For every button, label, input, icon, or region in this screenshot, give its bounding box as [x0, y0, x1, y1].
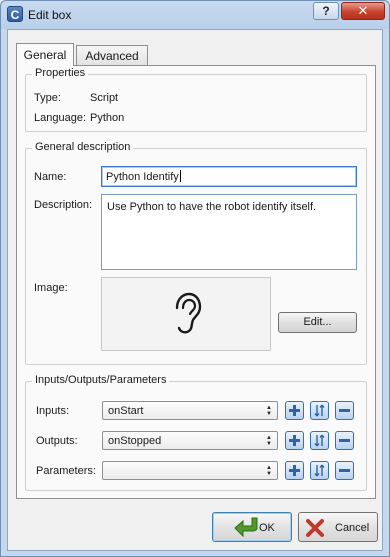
cancel-x-icon: [306, 519, 324, 537]
reorder-icon: [314, 404, 325, 417]
parameters-label: Parameters:: [36, 465, 96, 477]
sort-outputs-button[interactable]: [310, 431, 329, 450]
name-label: Name:: [34, 171, 67, 183]
description-label: Description:: [34, 199, 93, 211]
text-caret: [179, 170, 181, 182]
dialog-body: General Advanced Properties Type: Script…: [7, 29, 383, 551]
edit-image-button[interactable]: Edit...: [278, 312, 357, 333]
add-parameter-button[interactable]: [285, 461, 304, 480]
remove-input-button[interactable]: [335, 401, 354, 420]
title-bar[interactable]: C Edit box ? ✕: [1, 1, 389, 29]
minus-icon: [339, 439, 350, 442]
cancel-button[interactable]: Cancel: [298, 512, 378, 542]
general-tab-panel: Properties Type: Script Language: Python…: [16, 65, 376, 499]
edit-box-window: C Edit box ? ✕ General Advanced Properti…: [0, 0, 390, 557]
add-output-button[interactable]: [285, 431, 304, 450]
inputs-label: Inputs:: [36, 405, 70, 417]
name-value: Python Identify: [106, 171, 179, 183]
sort-inputs-button[interactable]: [310, 401, 329, 420]
app-icon: C: [7, 6, 23, 22]
ok-arrow-icon: [234, 517, 258, 538]
help-button[interactable]: ?: [313, 2, 339, 20]
combo-arrows-icon: ▲ ▼: [266, 465, 272, 477]
plus-icon: [289, 405, 300, 416]
close-button[interactable]: ✕: [341, 2, 385, 20]
tab-general[interactable]: General: [16, 43, 74, 66]
cancel-label: Cancel: [335, 522, 370, 534]
minus-icon: [339, 469, 350, 472]
plus-icon: [289, 465, 300, 476]
description-field[interactable]: Use Python to have the robot identify it…: [101, 194, 357, 270]
minus-icon: [339, 409, 350, 412]
remove-parameter-button[interactable]: [335, 461, 354, 480]
language-label: Language:: [34, 112, 86, 124]
remove-output-button[interactable]: [335, 431, 354, 450]
sort-parameters-button[interactable]: [310, 461, 329, 480]
outputs-value: onStopped: [108, 435, 162, 447]
name-field[interactable]: Python Identify: [101, 166, 357, 187]
type-label: Type:: [34, 92, 61, 104]
add-input-button[interactable]: [285, 401, 304, 420]
reorder-icon: [314, 464, 325, 477]
image-preview: [101, 277, 271, 351]
ok-button[interactable]: OK: [212, 512, 292, 542]
reorder-icon: [314, 434, 325, 447]
io-title: Inputs/Outputs/Parameters: [32, 374, 170, 386]
inputs-combo[interactable]: onStart ▲ ▼: [102, 401, 278, 420]
general-description-title: General description: [32, 141, 134, 153]
outputs-label: Outputs:: [36, 435, 78, 447]
outputs-combo[interactable]: onStopped ▲ ▼: [102, 431, 278, 450]
combo-arrows-icon: ▲ ▼: [266, 405, 272, 417]
tab-advanced[interactable]: Advanced: [76, 45, 148, 65]
inputs-value: onStart: [108, 405, 144, 417]
parameters-combo[interactable]: ▲ ▼: [102, 461, 278, 480]
type-value: Script: [90, 92, 119, 104]
general-description-group: General description Name: Python Identif…: [25, 141, 367, 365]
properties-title: Properties: [32, 67, 89, 79]
combo-arrows-icon: ▲ ▼: [266, 435, 272, 447]
plus-icon: [289, 435, 300, 446]
ok-label: OK: [259, 522, 275, 534]
ear-icon: [175, 292, 202, 334]
image-label: Image:: [34, 282, 68, 294]
window-title: Edit box: [28, 8, 72, 22]
io-group: Inputs/Outputs/Parameters Inputs: onStar…: [25, 374, 367, 491]
properties-group: Properties Type: Script Language: Python: [25, 67, 367, 132]
language-value: Python: [90, 112, 125, 124]
